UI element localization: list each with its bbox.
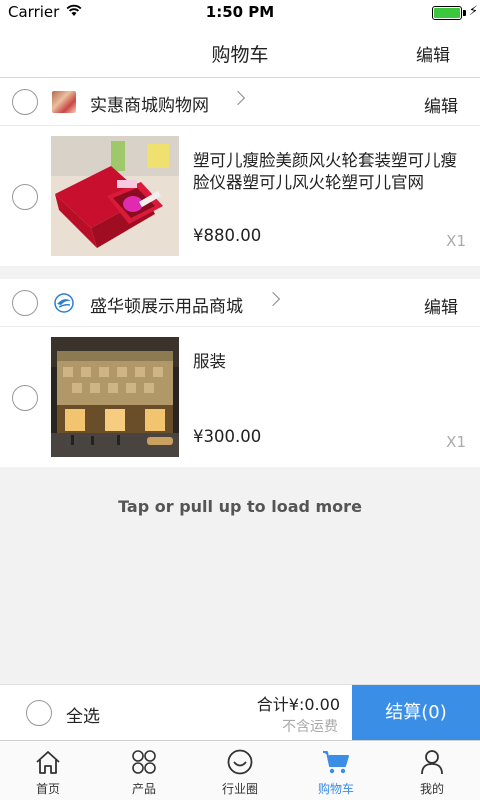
product-price: ¥880.00 [193,226,262,245]
home-icon [36,751,60,774]
clock: 1:50 PM [205,3,275,21]
product-quantity: X1 [446,232,466,250]
shop-name[interactable]: 实惠商城购物网 [90,91,209,116]
shop-select-radio[interactable] [12,89,38,115]
shop-edit-button[interactable]: 编辑 [424,92,458,117]
tab-products[interactable]: 产品 [96,741,192,800]
charging-icon: ⚡ [468,4,478,19]
item-select-radio[interactable] [12,184,38,210]
shop-logo-icon [52,91,76,113]
product-title[interactable]: 塑可儿瘦脸美颜风火轮套装塑可儿瘦脸仪器塑可儿风火轮塑可儿官网 [193,150,471,194]
cart-item: 服装 ¥300.00 X1 [0,327,480,467]
grid-icon [132,750,156,774]
total-amount: 合计¥:0.00 [256,695,340,714]
tab-label: 购物车 [317,782,354,796]
tab-label: 首页 [35,782,60,796]
user-icon [421,750,443,775]
product-quantity: X1 [446,433,466,451]
shop-select-radio[interactable] [12,290,38,316]
nav-bar: 购物车 编辑 [0,26,480,78]
page-title: 购物车 [211,44,269,66]
shop-logo-icon [54,293,74,313]
tab-home[interactable]: 首页 [0,741,96,800]
select-all-radio[interactable] [26,700,52,726]
edit-cart-button[interactable]: 编辑 [416,41,450,66]
product-image[interactable] [51,136,179,256]
tab-industry-circle[interactable]: 行业圈 [192,741,288,800]
shop-header: 实惠商城购物网 编辑 [0,78,480,126]
tab-cart[interactable]: 购物车 [288,741,384,800]
checkout-button[interactable]: 结算(0) [352,685,480,741]
status-bar: Carrier 1:50 PM ⚡ [0,0,480,26]
battery-cap [463,10,466,16]
tab-bar: 首页 产品 行业圈 购物车 我的 [0,740,480,800]
tab-mine[interactable]: 我的 [384,741,480,800]
tab-label: 行业圈 [221,782,258,796]
tab-label: 产品 [131,782,156,796]
shop-edit-button[interactable]: 编辑 [424,293,458,318]
load-more-link[interactable]: Tap or pull up to load more [0,497,480,516]
shipping-note: 不含运费 [282,719,338,735]
product-image[interactable] [51,337,179,457]
item-select-radio[interactable] [12,385,38,411]
smile-icon [227,749,253,775]
cart-item: 塑可儿瘦脸美颜风火轮套装塑可儿瘦脸仪器塑可儿风火轮塑可儿官网 ¥880.00 X… [0,126,480,266]
shop-header: 盛华顿展示用品商城 编辑 [0,279,480,327]
shop-name[interactable]: 盛华顿展示用品商城 [90,292,243,317]
chevron-right-icon[interactable] [265,291,281,307]
cart-icon [323,751,349,774]
product-price: ¥300.00 [193,427,262,446]
chevron-right-icon[interactable] [230,90,246,106]
select-all-label[interactable]: 全选 [66,702,100,727]
checkout-bar: 全选 合计¥:0.00 不含运费 结算(0) [0,684,480,741]
tab-label: 我的 [419,782,444,796]
product-title[interactable]: 服装 [193,351,471,373]
battery-icon [432,6,462,20]
